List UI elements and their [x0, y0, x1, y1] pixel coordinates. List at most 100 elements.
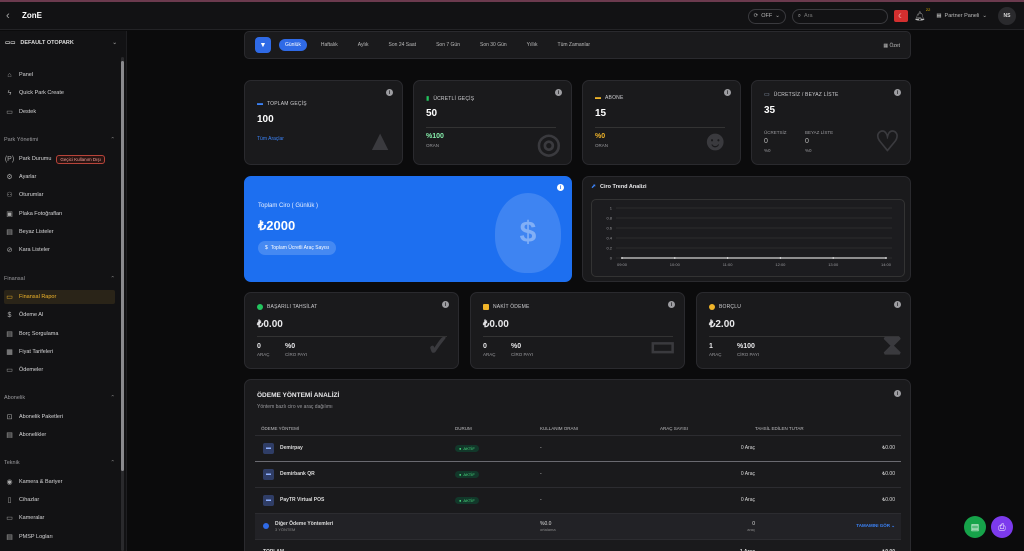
filter-bar: ▼ Günlük Haftalık Aylık Son 24 Saat Son …: [244, 31, 911, 59]
status-badge: ● AKTİF: [455, 444, 479, 452]
sidebar-item-paketler[interactable]: ⊡ Abonelik Paketleri: [4, 410, 115, 424]
chevron-left-icon[interactable]: ‹: [6, 10, 16, 22]
sidebar-item-oturumlar[interactable]: ⚇ Oturumlar: [4, 188, 115, 202]
camera2-icon: ▭: [6, 515, 13, 522]
sidebar-item-finansal-rapor[interactable]: ▭ Finansal Rapor: [4, 290, 115, 304]
chart-icon: ⬈: [591, 184, 597, 190]
tab-gunluk[interactable]: Günlük: [279, 39, 307, 51]
tab-haftalik[interactable]: Haftalık: [315, 39, 344, 51]
summary-toggle[interactable]: ▦ Özet: [883, 43, 900, 49]
tab-yillik[interactable]: Yıllık: [521, 39, 544, 51]
info-icon[interactable]: i: [894, 301, 901, 308]
sidebar-item-destek[interactable]: ▭ Destek: [4, 105, 115, 119]
sidebar-item-label: Panel: [19, 72, 34, 78]
sidebar-item-label: Quick Park Create: [19, 90, 64, 96]
section-park[interactable]: Park Yönetimi ⌃: [4, 137, 115, 143]
sidebar-scroll-thumb[interactable]: [121, 61, 124, 471]
status-label: OFF: [761, 13, 773, 19]
org-name: DEFAULT OTOPARK: [20, 40, 74, 46]
chevron-up-icon: ⌃: [110, 137, 115, 143]
method-name: Diğer Ödeme Yöntemleri: [275, 520, 334, 527]
debt-icon: ▤: [6, 331, 13, 338]
show-all-link[interactable]: TAMAMINI GÖR ⌄: [755, 512, 901, 539]
tab-son-30-gun[interactable]: Son 30 Gün: [474, 39, 513, 51]
info-icon[interactable]: i: [668, 301, 675, 308]
tab-son-24-saat[interactable]: Son 24 Saat: [383, 39, 423, 51]
sidebar-item-kamera-bariyer[interactable]: ◉ Kamera & Bariyer: [4, 475, 115, 489]
revenue-share: %0: [511, 343, 522, 350]
sidebar-item-cihazlar[interactable]: ▯ Cihazlar: [4, 493, 115, 507]
sidebar-item-label: Ödemeler: [19, 367, 44, 373]
usage-rate-sub: ortalama: [540, 526, 556, 532]
refresh-icon: ⟳: [753, 13, 759, 19]
sidebar-item-odeme-al[interactable]: $ Ödeme Al: [4, 308, 115, 322]
revenue-share-label: CİRO PAYI: [511, 352, 534, 357]
chart-title: Ciro Trend Analizi: [600, 183, 647, 190]
filter-icon[interactable]: ▼: [255, 37, 271, 53]
vehicle-count: 1: [709, 343, 713, 350]
table-row[interactable]: ▬ PayTR Virtual POS ● AKTİF - 0 Araç ₺0.0…: [255, 486, 901, 513]
tab-tum-zamanlar[interactable]: Tüm Zamanlar: [552, 39, 597, 51]
card-label: NAKİT ÖDEME: [493, 304, 530, 310]
table-row[interactable]: ▬ Demirbank QR ● AKTİF - 0 Araç ₺0.00: [255, 460, 901, 487]
sidebar-item-label: Beyaz Listeler: [19, 229, 54, 235]
sidebar-item-pmsp[interactable]: ▤ PMSP Logları: [4, 530, 115, 544]
org-selector[interactable]: ▭▭ DEFAULT OTOPARK ⌄: [5, 40, 117, 46]
card-label: ABONE: [605, 95, 624, 101]
search-icon: ⌕: [797, 12, 801, 19]
sidebar: ▭▭ DEFAULT OTOPARK ⌄ ⌂ Panel ϟ Quick Park …: [0, 31, 127, 551]
paid-vehicle-count-button[interactable]: $ Toplam Ücretli Araç Sayısı: [258, 241, 337, 255]
card-basarili-tahsilat: i BAŞARILI TAHSİLAT ₺0.00 0 ARAÇ %0 CİRO…: [244, 292, 459, 369]
status-toggle[interactable]: ⟳ OFF ⌄: [747, 8, 786, 24]
card-toplam-gecis: i ▬ TOPLAM GEÇİŞ 100 Tüm Araçlar ▲: [244, 80, 403, 165]
print-fab-button[interactable]: ⎙: [991, 516, 1013, 538]
info-icon[interactable]: i: [386, 89, 393, 96]
road-icon: ▲: [366, 125, 394, 156]
free-label: ÜCRETSİZ: [764, 130, 787, 135]
sidebar-item-borc[interactable]: ▤ Borç Sorgulama: [4, 327, 115, 341]
card-label: BORÇLU: [719, 304, 742, 310]
sidebar-item-abonelikler[interactable]: ▤ Abonelikler: [4, 428, 115, 442]
data-point: [885, 257, 887, 259]
sidebar-item-fiyat[interactable]: ▦ Fiyat Tarifeleri: [4, 345, 115, 359]
avatar[interactable]: NS: [998, 7, 1016, 25]
report-fab-button[interactable]: ▤: [964, 516, 986, 538]
section-teknik[interactable]: Teknik ⌃: [4, 460, 115, 466]
sidebar-item-ayarlar[interactable]: ⚙ Ayarlar: [4, 170, 115, 184]
sidebar-item-park-durumu[interactable]: (P) Park Durumu Geçici Kullanım Dışı: [4, 152, 115, 166]
check-icon: ✓: [426, 330, 450, 361]
print-icon: ⎙: [998, 521, 1006, 532]
sidebar-item-panel[interactable]: ⌂ Panel: [4, 68, 115, 82]
sidebar-item-label: Oturumlar: [19, 192, 44, 198]
all-vehicles-link[interactable]: Tüm Araçlar: [257, 136, 284, 142]
sidebar-item-odemeler[interactable]: ▭ Ödemeler: [4, 363, 115, 377]
info-icon[interactable]: i: [724, 89, 731, 96]
sidebar-item-label: Kameralar: [19, 515, 45, 521]
search-input[interactable]: ⌕ Ara: [791, 8, 888, 24]
vehicle-count: 0: [257, 343, 261, 350]
tab-aylik[interactable]: Aylık: [352, 39, 375, 51]
info-icon[interactable]: i: [555, 89, 562, 96]
info-icon[interactable]: i: [894, 390, 901, 397]
info-icon[interactable]: i: [442, 301, 449, 308]
card-value: 50: [426, 108, 438, 119]
sidebar-item-plaka[interactable]: ▣ Plaka Fotoğrafları: [4, 207, 115, 221]
info-icon[interactable]: i: [894, 89, 901, 96]
language-flag-icon[interactable]: ☾: [893, 10, 908, 22]
section-finansal[interactable]: Finansal ⌃: [4, 276, 115, 282]
method-name: Demirbank QR: [280, 471, 315, 477]
tab-son-7-gun[interactable]: Son 7 Gün: [430, 39, 466, 51]
bell-icon[interactable]: 🔔︎ 22: [914, 7, 930, 22]
info-icon[interactable]: i: [557, 184, 564, 191]
y-tick-label: 1: [610, 206, 613, 211]
table-row-other[interactable]: Diğer Ödeme Yöntemleri 3 YÖNTEM %0.0 ortal…: [255, 512, 901, 539]
table-row[interactable]: ▬ Demirpay ● AKTİF - 0 Araç ₺0.00: [255, 434, 901, 461]
section-abonelik[interactable]: Abonelik ⌃: [4, 395, 115, 401]
payment-table: ÖDEME YÖNTEMİ DURUM KULLANIM ORANI ARAÇ …: [255, 423, 901, 551]
partner-panel-menu[interactable]: ▦ Partner Paneli ⌄: [931, 9, 992, 24]
sidebar-item-kara[interactable]: ⊘ Kara Listeler: [4, 243, 115, 257]
sidebar-item-kameralar[interactable]: ▭ Kameralar: [4, 511, 115, 525]
sidebar-item-beyaz[interactable]: ▤ Beyaz Listeler: [4, 225, 115, 239]
status-text: AKTİF: [463, 471, 475, 477]
sidebar-item-quick-park[interactable]: ϟ Quick Park Create: [4, 86, 115, 100]
